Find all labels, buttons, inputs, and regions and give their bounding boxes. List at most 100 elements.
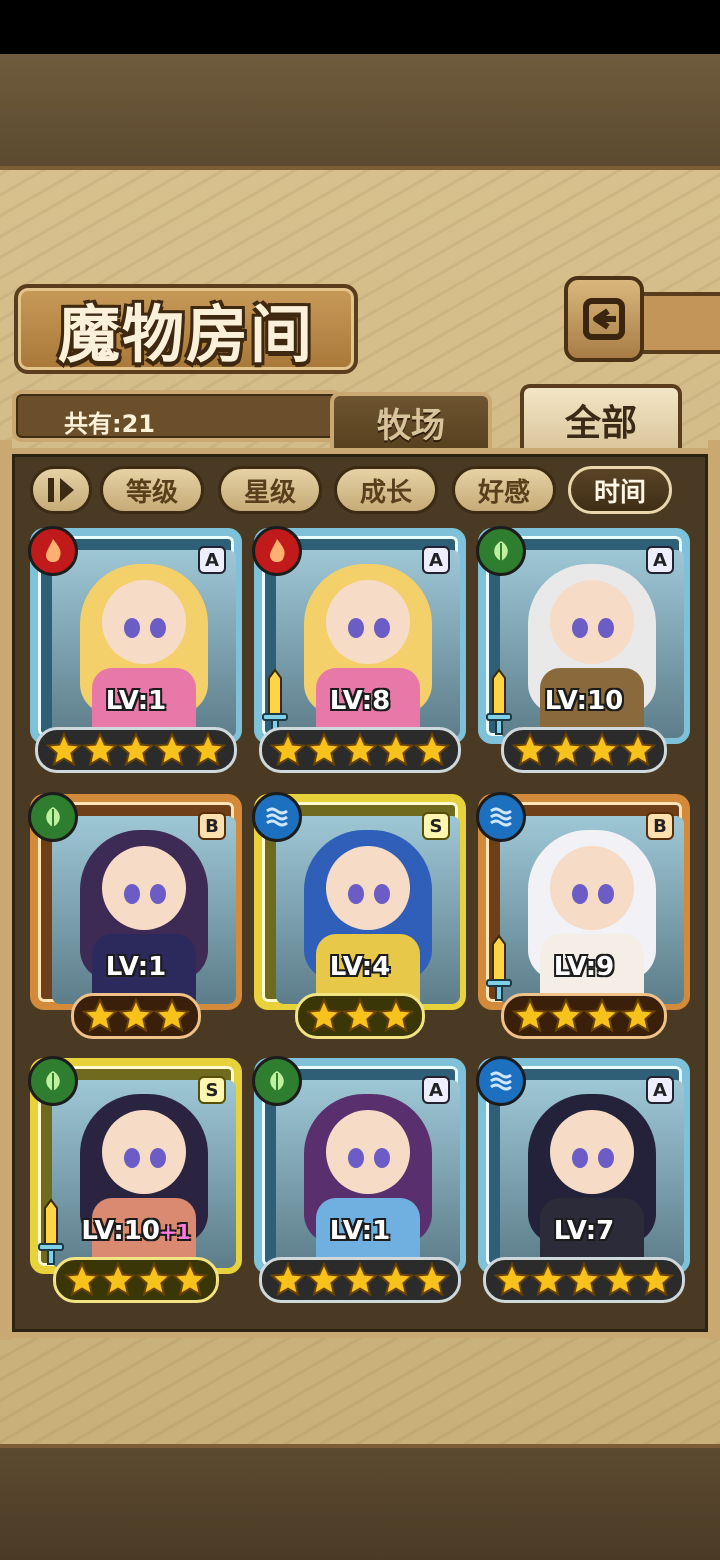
star-icon — [154, 732, 190, 767]
star-icon — [584, 998, 620, 1033]
sort-star-label: 星级 — [243, 477, 296, 508]
fire-icon — [28, 526, 78, 576]
star-rating — [30, 726, 242, 774]
star-rating — [254, 1256, 466, 1304]
leaf-icon — [476, 526, 526, 576]
star-icon — [548, 998, 584, 1033]
star-icon — [414, 732, 450, 767]
leaf-icon — [28, 1056, 78, 1106]
star-icon — [566, 1262, 602, 1297]
star-icon — [172, 1262, 208, 1297]
star-icon — [342, 732, 378, 767]
monster-card[interactable]: A LV:8 — [252, 526, 466, 778]
tab-ranch-label: 牧场 — [377, 405, 445, 446]
rarity-badge: A — [422, 546, 450, 574]
rarity-badge: A — [198, 546, 226, 574]
level-value: LV:4 — [329, 952, 391, 982]
monster-level: LV:10 — [478, 686, 690, 716]
star-icon — [584, 732, 620, 767]
sort-order-toggle[interactable] — [30, 466, 92, 514]
monster-card[interactable]: B LV:9 — [476, 792, 690, 1044]
star-rating — [30, 992, 242, 1040]
level-bonus: +1 — [159, 1220, 191, 1244]
sort-growth-button[interactable]: 成长 — [334, 466, 438, 514]
star-rating — [478, 992, 690, 1040]
level-value: LV:9 — [553, 952, 615, 982]
monster-card[interactable]: B LV:1 — [28, 792, 242, 1044]
level-value: LV:10 — [81, 1216, 160, 1246]
back-button[interactable] — [564, 276, 644, 362]
monster-level: LV:9 — [478, 952, 690, 982]
leaf-icon — [252, 1056, 302, 1106]
star-rating — [254, 992, 466, 1040]
monster-card[interactable]: A LV:1 — [252, 1056, 466, 1308]
top-band — [0, 54, 720, 166]
level-value: LV:1 — [329, 1216, 391, 1246]
monster-card[interactable]: S LV:10+1 — [28, 1056, 242, 1308]
star-icon — [378, 998, 414, 1033]
star-icon — [342, 1262, 378, 1297]
star-icon — [620, 732, 656, 767]
sort-level-label: 等级 — [125, 477, 178, 508]
rarity-badge: B — [198, 812, 226, 840]
monster-card[interactable]: S LV:4 — [252, 792, 466, 1044]
water-icon — [476, 792, 526, 842]
star-icon — [602, 1262, 638, 1297]
star-icon — [118, 732, 154, 767]
level-value: LV:10 — [544, 686, 624, 716]
star-icon — [270, 1262, 306, 1297]
monster-level: LV:7 — [478, 1216, 690, 1246]
star-rating — [254, 726, 466, 774]
monster-level: LV:8 — [254, 686, 466, 716]
star-icon — [530, 1262, 566, 1297]
tab-all[interactable]: 全部 — [520, 384, 682, 452]
monster-card[interactable]: A LV:7 — [476, 1056, 690, 1308]
star-icon — [306, 998, 342, 1033]
star-icon — [512, 998, 548, 1033]
star-icon — [306, 1262, 342, 1297]
tab-all-label: 全部 — [564, 403, 637, 444]
star-icon — [378, 1262, 414, 1297]
sort-order-icon — [48, 478, 74, 502]
star-icon — [64, 1262, 100, 1297]
star-rating — [30, 1256, 242, 1304]
monster-card[interactable]: A LV:1 — [28, 526, 242, 778]
monster-level: LV:4 — [254, 952, 466, 982]
page-title: 魔物房间 — [57, 298, 314, 371]
level-value: LV:7 — [553, 1216, 615, 1246]
star-icon — [548, 732, 584, 767]
leaf-icon — [28, 792, 78, 842]
star-icon — [100, 1262, 136, 1297]
monster-count: 共有:21 — [64, 410, 155, 438]
return-arrow-icon — [583, 298, 625, 340]
monster-count-bar: 共有:21 — [12, 390, 342, 442]
sort-level-button[interactable]: 等级 — [100, 466, 204, 514]
rarity-badge: S — [422, 812, 450, 840]
rarity-badge: A — [646, 1076, 674, 1104]
rarity-badge: A — [646, 546, 674, 574]
monster-level: LV:1 — [30, 952, 242, 982]
monster-card[interactable]: A LV:10 — [476, 526, 690, 778]
fire-icon — [252, 526, 302, 576]
level-value: LV:1 — [105, 686, 167, 716]
sort-affection-button[interactable]: 好感 — [452, 466, 556, 514]
water-icon — [252, 792, 302, 842]
monster-level: LV:1 — [30, 686, 242, 716]
title-banner: 魔物房间 — [14, 284, 358, 374]
star-icon — [82, 732, 118, 767]
status-bar — [0, 0, 720, 54]
bottom-band — [0, 1448, 720, 1560]
star-icon — [638, 1262, 674, 1297]
star-icon — [512, 732, 548, 767]
tab-ranch[interactable]: 牧场 — [330, 392, 492, 448]
rarity-badge: S — [198, 1076, 226, 1104]
rarity-badge: A — [422, 1076, 450, 1104]
monster-level: LV:10+1 — [30, 1216, 242, 1246]
sort-star-button[interactable]: 星级 — [218, 466, 322, 514]
rarity-badge: B — [646, 812, 674, 840]
star-icon — [154, 998, 190, 1033]
sort-time-button[interactable]: 时间 — [568, 466, 672, 514]
star-icon — [494, 1262, 530, 1297]
star-icon — [82, 998, 118, 1033]
star-icon — [190, 732, 226, 767]
